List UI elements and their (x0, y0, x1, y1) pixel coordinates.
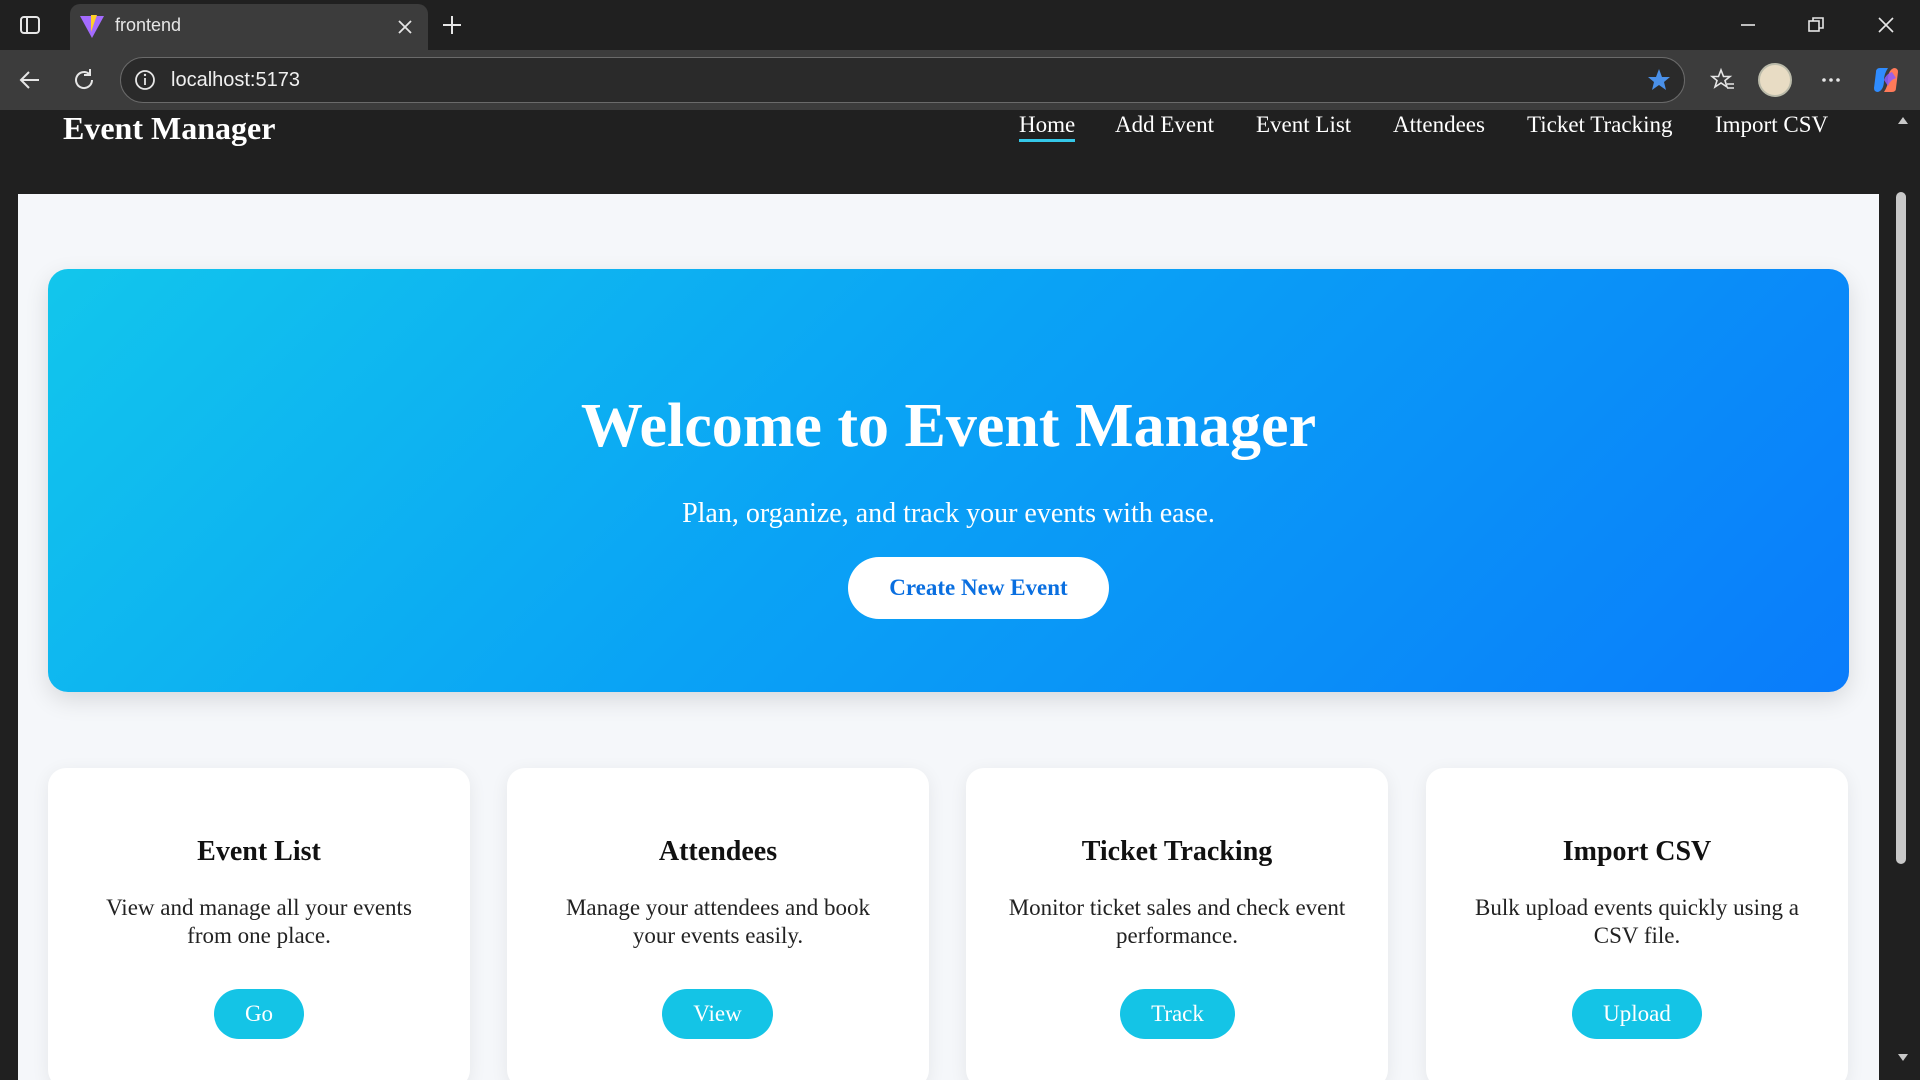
nav-attendees[interactable]: Attendees (1393, 112, 1485, 138)
page-viewport: Event Manager Home Add Event Event List … (0, 110, 1920, 1080)
card-title: Import CSV (1562, 836, 1712, 867)
nav-add-event[interactable]: Add Event (1115, 112, 1214, 138)
restore-icon[interactable] (1796, 8, 1836, 42)
back-icon[interactable] (12, 62, 48, 98)
address-bar[interactable]: localhost:5173 (120, 57, 1685, 103)
brand-logo[interactable]: Event Manager (63, 110, 275, 147)
nav-event-list[interactable]: Event List (1256, 112, 1351, 138)
more-options-icon[interactable] (1813, 62, 1849, 98)
favorites-icon[interactable] (1705, 62, 1741, 98)
new-tab-icon[interactable] (437, 10, 467, 40)
view-button[interactable]: View (662, 989, 773, 1039)
favorite-star-icon[interactable] (1646, 67, 1672, 93)
hero-banner: Welcome to Event Manager Plan, organize,… (48, 269, 1849, 692)
copilot-icon[interactable] (1868, 62, 1904, 98)
app-page: Event Manager Home Add Event Event List … (18, 110, 1879, 1080)
browser-tab-bar: frontend (0, 0, 1920, 50)
tab-close-icon[interactable] (392, 14, 418, 40)
tab-title: frontend (115, 15, 182, 35)
card-description: Manage your attendees and book your even… (565, 895, 870, 948)
track-button[interactable]: Track (1120, 989, 1235, 1039)
card-title: Event List (197, 836, 321, 867)
create-new-event-button[interactable]: Create New Event (848, 557, 1109, 619)
profile-avatar[interactable] (1758, 63, 1792, 97)
card-title: Ticket Tracking (1081, 836, 1273, 867)
scrollbar-thumb[interactable] (1896, 192, 1906, 864)
feature-card-attendees: Attendees Manage your attendees and book… (507, 768, 929, 1080)
upload-button[interactable]: Upload (1572, 989, 1702, 1039)
close-window-icon[interactable] (1866, 8, 1906, 42)
nav-import-csv[interactable]: Import CSV (1715, 112, 1828, 138)
nav-home[interactable]: Home (1019, 112, 1076, 142)
reload-icon[interactable] (66, 62, 102, 98)
card-description: View and manage all your events from one… (106, 895, 412, 948)
browser-tab[interactable]: frontend (70, 4, 428, 50)
tab-actions-icon[interactable] (17, 12, 43, 38)
minimize-icon[interactable] (1728, 8, 1768, 42)
url-text[interactable]: localhost:5173 (171, 69, 300, 92)
feature-card-event-list: Event List View and manage all your even… (48, 768, 470, 1080)
nav-ticket-tracking[interactable]: Ticket Tracking (1527, 112, 1672, 138)
feature-card-import-csv: Import CSV Bulk upload events quickly us… (1426, 768, 1848, 1080)
hero-subtitle: Plan, organize, and track your events wi… (682, 498, 1215, 529)
hero-title: Welcome to Event Manager (580, 392, 1317, 460)
card-description: Monitor ticket sales and check event per… (1008, 895, 1346, 948)
card-title: Attendees (658, 836, 778, 867)
vite-favicon-icon (80, 15, 104, 38)
go-button[interactable]: Go (214, 989, 304, 1039)
site-info-icon[interactable] (133, 68, 157, 92)
feature-card-ticket-tracking: Ticket Tracking Monitor ticket sales and… (966, 768, 1388, 1080)
card-description: Bulk upload events quickly using a CSV f… (1475, 895, 1799, 948)
app-navbar: Event Manager Home Add Event Event List … (18, 110, 1879, 194)
browser-toolbar: localhost:5173 (0, 50, 1920, 110)
